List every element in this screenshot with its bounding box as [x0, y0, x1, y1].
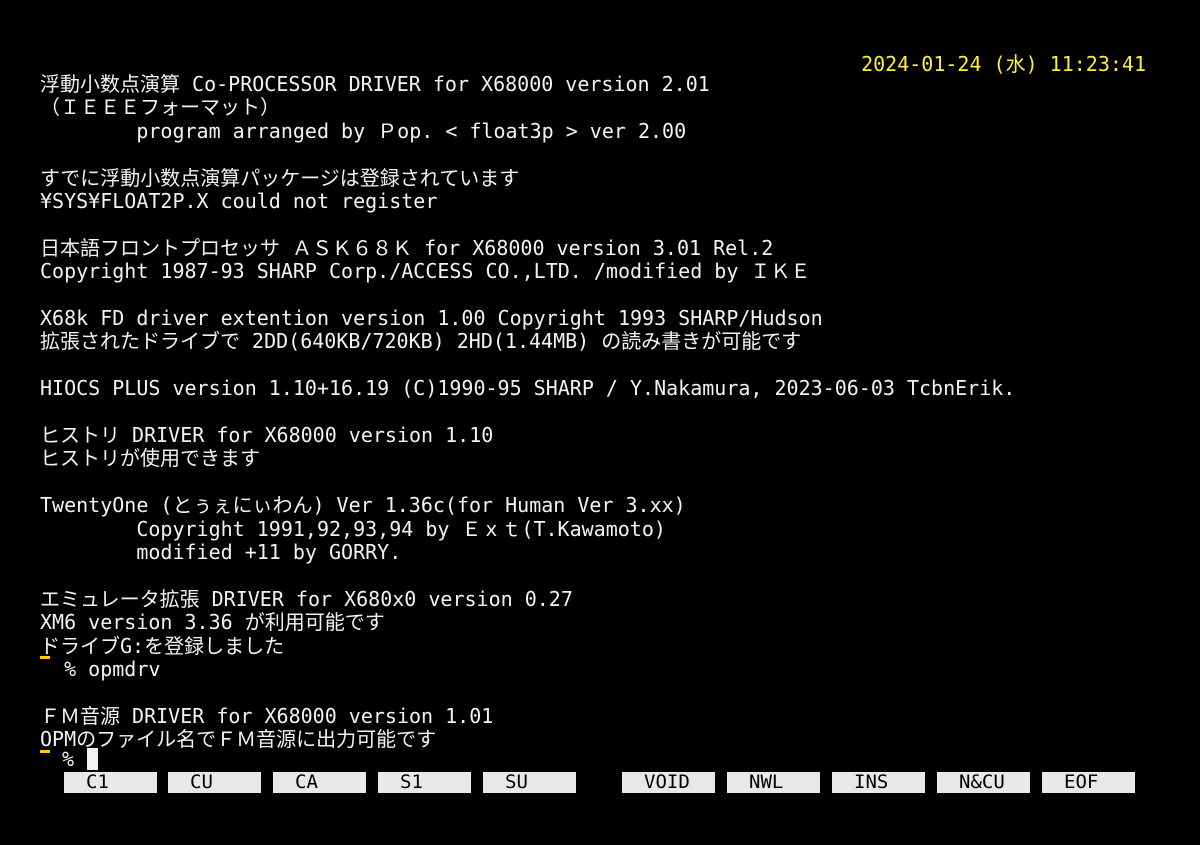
console-line: エミュレータ拡張 DRIVER for X680x0 version 0.27: [40, 587, 573, 611]
console-line: % opmdrv: [40, 657, 161, 681]
function-key-6[interactable]: VOID: [622, 772, 715, 793]
console-line: program arranged by Ｐop. < float3p > ver…: [40, 119, 687, 143]
console-line: 浮動小数点演算 Co-PROCESSOR DRIVER for X68000 v…: [40, 72, 710, 96]
console-line: ＦＭ音源 DRIVER for X68000 version 1.01: [40, 704, 494, 728]
function-key-8[interactable]: INS: [832, 772, 925, 793]
console-line: HIOCS PLUS version 1.10+16.19 (C)1990-95…: [40, 376, 1016, 400]
console-line: 拡張されたドライブで 2DD(640KB/720KB) 2HD(1.44MB) …: [40, 329, 802, 353]
function-key-2[interactable]: CU: [168, 772, 261, 793]
console-line: Copyright 1987-93 SHARP Corp./ACCESS CO.…: [40, 259, 811, 283]
function-key-7[interactable]: NWL: [727, 772, 820, 793]
console-line: ドライブG:を登録しました: [40, 634, 285, 658]
clock-display: 2024-01-24 (水) 11:23:41: [861, 52, 1146, 76]
console-line: 日本語フロントプロセッサ ＡＳＫ６８Ｋ for X68000 version 3…: [40, 236, 774, 260]
console-line: XM6 version 3.36 が利用可能です: [40, 610, 385, 634]
console-line: Copyright 1991,92,93,94 by Ｅｘｔ(T.Kawamot…: [40, 517, 666, 541]
console-line: OPMのファイル名でＦＭ音源に出力可能です: [40, 727, 437, 751]
text-cursor[interactable]: [87, 748, 98, 770]
command-prompt: %: [62, 747, 75, 771]
function-key-10[interactable]: EOF: [1042, 772, 1135, 793]
console-line: ヒストリが使用できます: [40, 446, 260, 470]
line-marker: [40, 656, 50, 659]
function-key-3[interactable]: CA: [273, 772, 366, 793]
console-line: すでに浮動小数点演算パッケージは登録されています: [40, 166, 520, 190]
function-key-4[interactable]: S1: [378, 772, 471, 793]
console-line: TwentyOne (とぅぇにぃわん) Ver 1.36c(for Human …: [40, 493, 686, 517]
console-line: modified +11 by GORRY.: [40, 540, 402, 564]
console-line: ¥SYS¥FLOAT2P.X could not register: [40, 189, 438, 213]
function-key-5[interactable]: SU: [483, 772, 576, 793]
console-line: ヒストリ DRIVER for X68000 version 1.10: [40, 423, 494, 447]
console-line: （ＩＥＥＥフォーマット）: [40, 95, 280, 119]
function-key-9[interactable]: N&CU: [937, 772, 1030, 793]
function-key-bar: C1 CU CA S1 SU VOID NWL INS N&CU EOF: [0, 772, 1200, 794]
terminal-screen[interactable]: 2024-01-24 (水) 11:23:41 浮動小数点演算 Co-PROCE…: [0, 0, 1200, 845]
console-line: X68k FD driver extention version 1.00 Co…: [40, 306, 823, 330]
line-marker: [40, 750, 50, 753]
function-key-1[interactable]: C1: [64, 772, 157, 793]
